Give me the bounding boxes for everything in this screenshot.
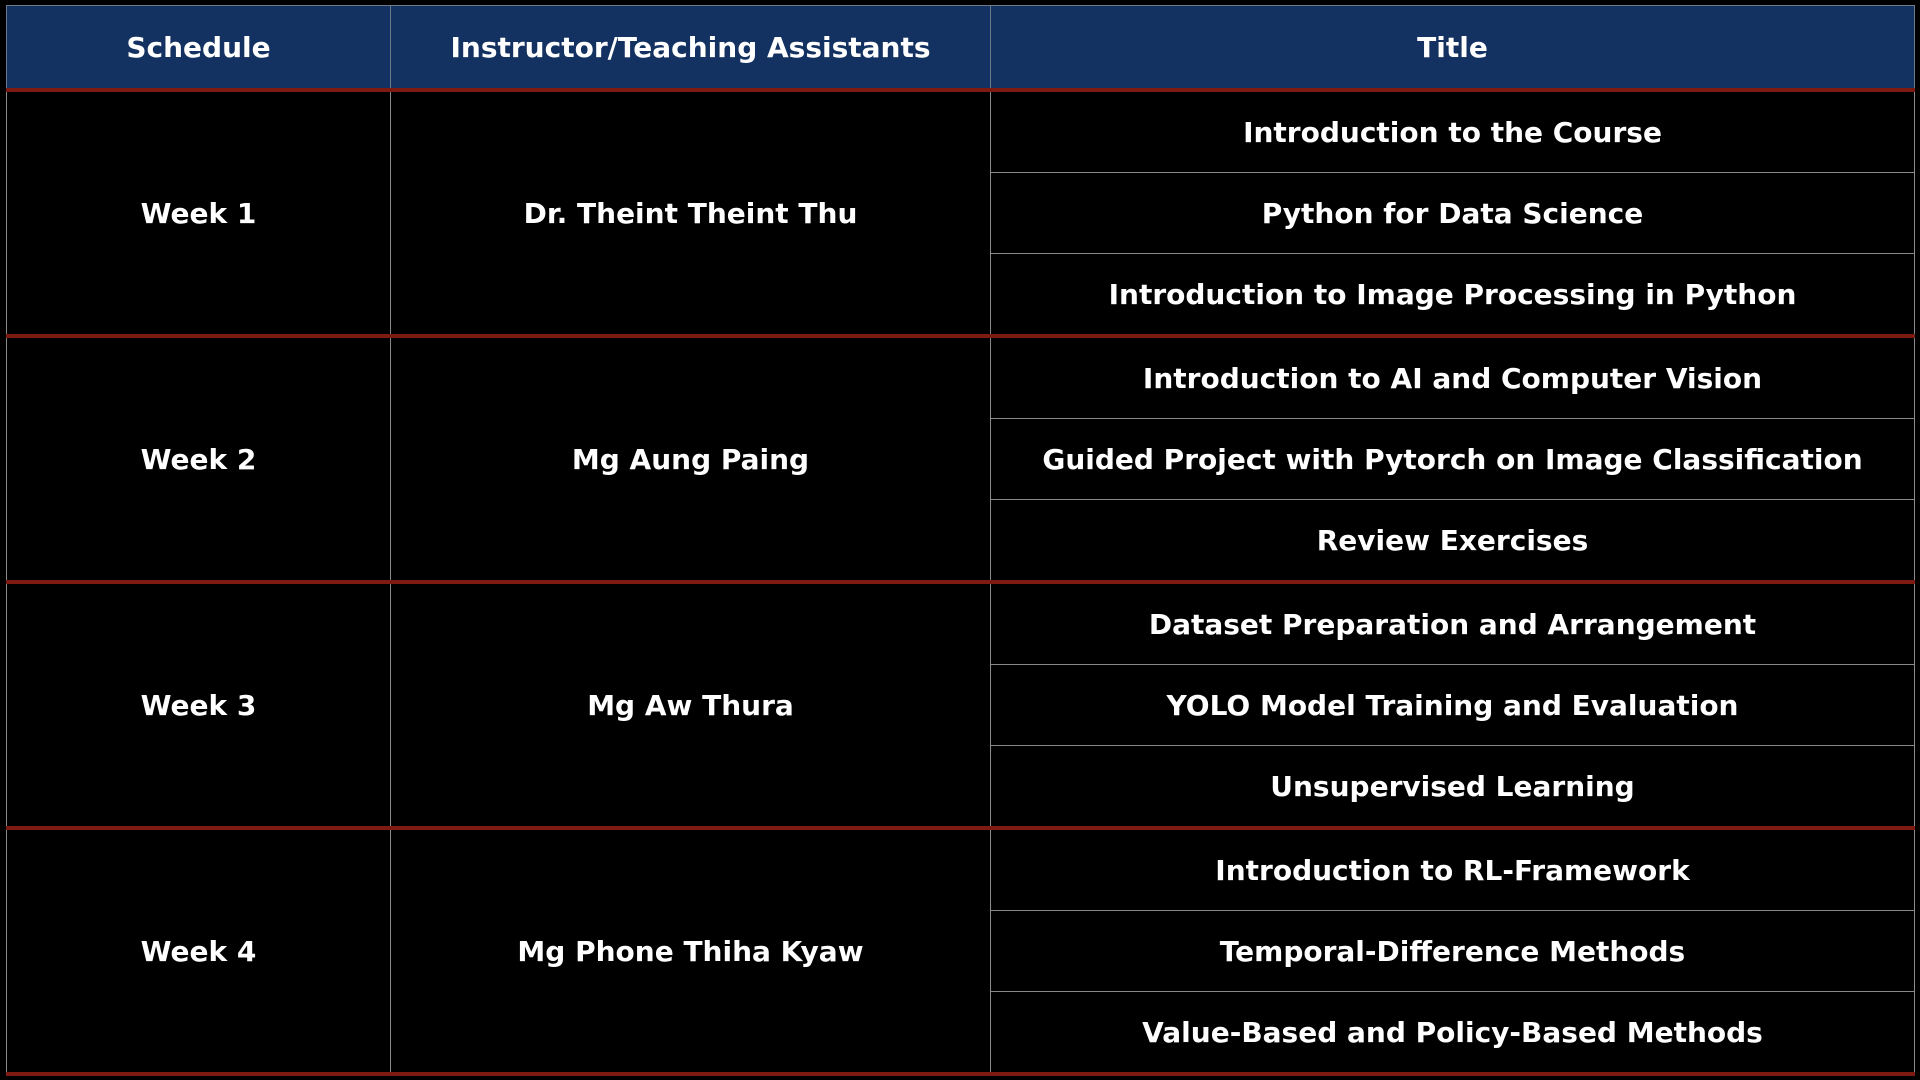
session-title: Unsupervised Learning (990, 745, 1915, 830)
session-title: Guided Project with Pytorch on Image Cla… (990, 418, 1915, 500)
week-label: Week 2 (6, 334, 391, 584)
week-label: Week 4 (6, 826, 391, 1076)
instructor-column-header: Instructor/Teaching Assistants (390, 5, 991, 91)
session-title: Introduction to Image Processing in Pyth… (990, 253, 1915, 338)
table-row: Week 3 Mg Aw Thura Dataset Preparation a… (6, 580, 1915, 830)
title-column-header: Title (990, 5, 1915, 91)
session-title: Review Exercises (990, 499, 1915, 584)
session-title: Dataset Preparation and Arrangement (990, 580, 1915, 665)
course-schedule-table: Schedule Instructor/Teaching Assistants … (6, 5, 1915, 1076)
session-title: Introduction to RL-Framework (990, 826, 1915, 911)
instructor-name: Dr. Theint Theint Thu (390, 88, 991, 338)
week-label: Week 1 (6, 88, 391, 338)
instructor-name: Mg Phone Thiha Kyaw (390, 826, 991, 1076)
instructor-name: Mg Aw Thura (390, 580, 991, 830)
week-label: Week 3 (6, 580, 391, 830)
table-row: Week 1 Dr. Theint Theint Thu Introductio… (6, 88, 1915, 338)
schedule-column-header: Schedule (6, 5, 391, 91)
session-title: YOLO Model Training and Evaluation (990, 664, 1915, 746)
table-row: Week 2 Mg Aung Paing Introduction to AI … (6, 334, 1915, 584)
session-title: Python for Data Science (990, 172, 1915, 254)
session-title: Temporal-Difference Methods (990, 910, 1915, 992)
table-body: Week 1 Dr. Theint Theint Thu Introductio… (6, 88, 1915, 1076)
session-title: Introduction to the Course (990, 88, 1915, 173)
table-header: Schedule Instructor/Teaching Assistants … (6, 5, 1915, 91)
instructor-name: Mg Aung Paing (390, 334, 991, 584)
header-row: Schedule Instructor/Teaching Assistants … (6, 5, 1915, 91)
session-title: Value-Based and Policy-Based Methods (990, 991, 1915, 1076)
table-row: Week 4 Mg Phone Thiha Kyaw Introduction … (6, 826, 1915, 1076)
session-title: Introduction to AI and Computer Vision (990, 334, 1915, 419)
